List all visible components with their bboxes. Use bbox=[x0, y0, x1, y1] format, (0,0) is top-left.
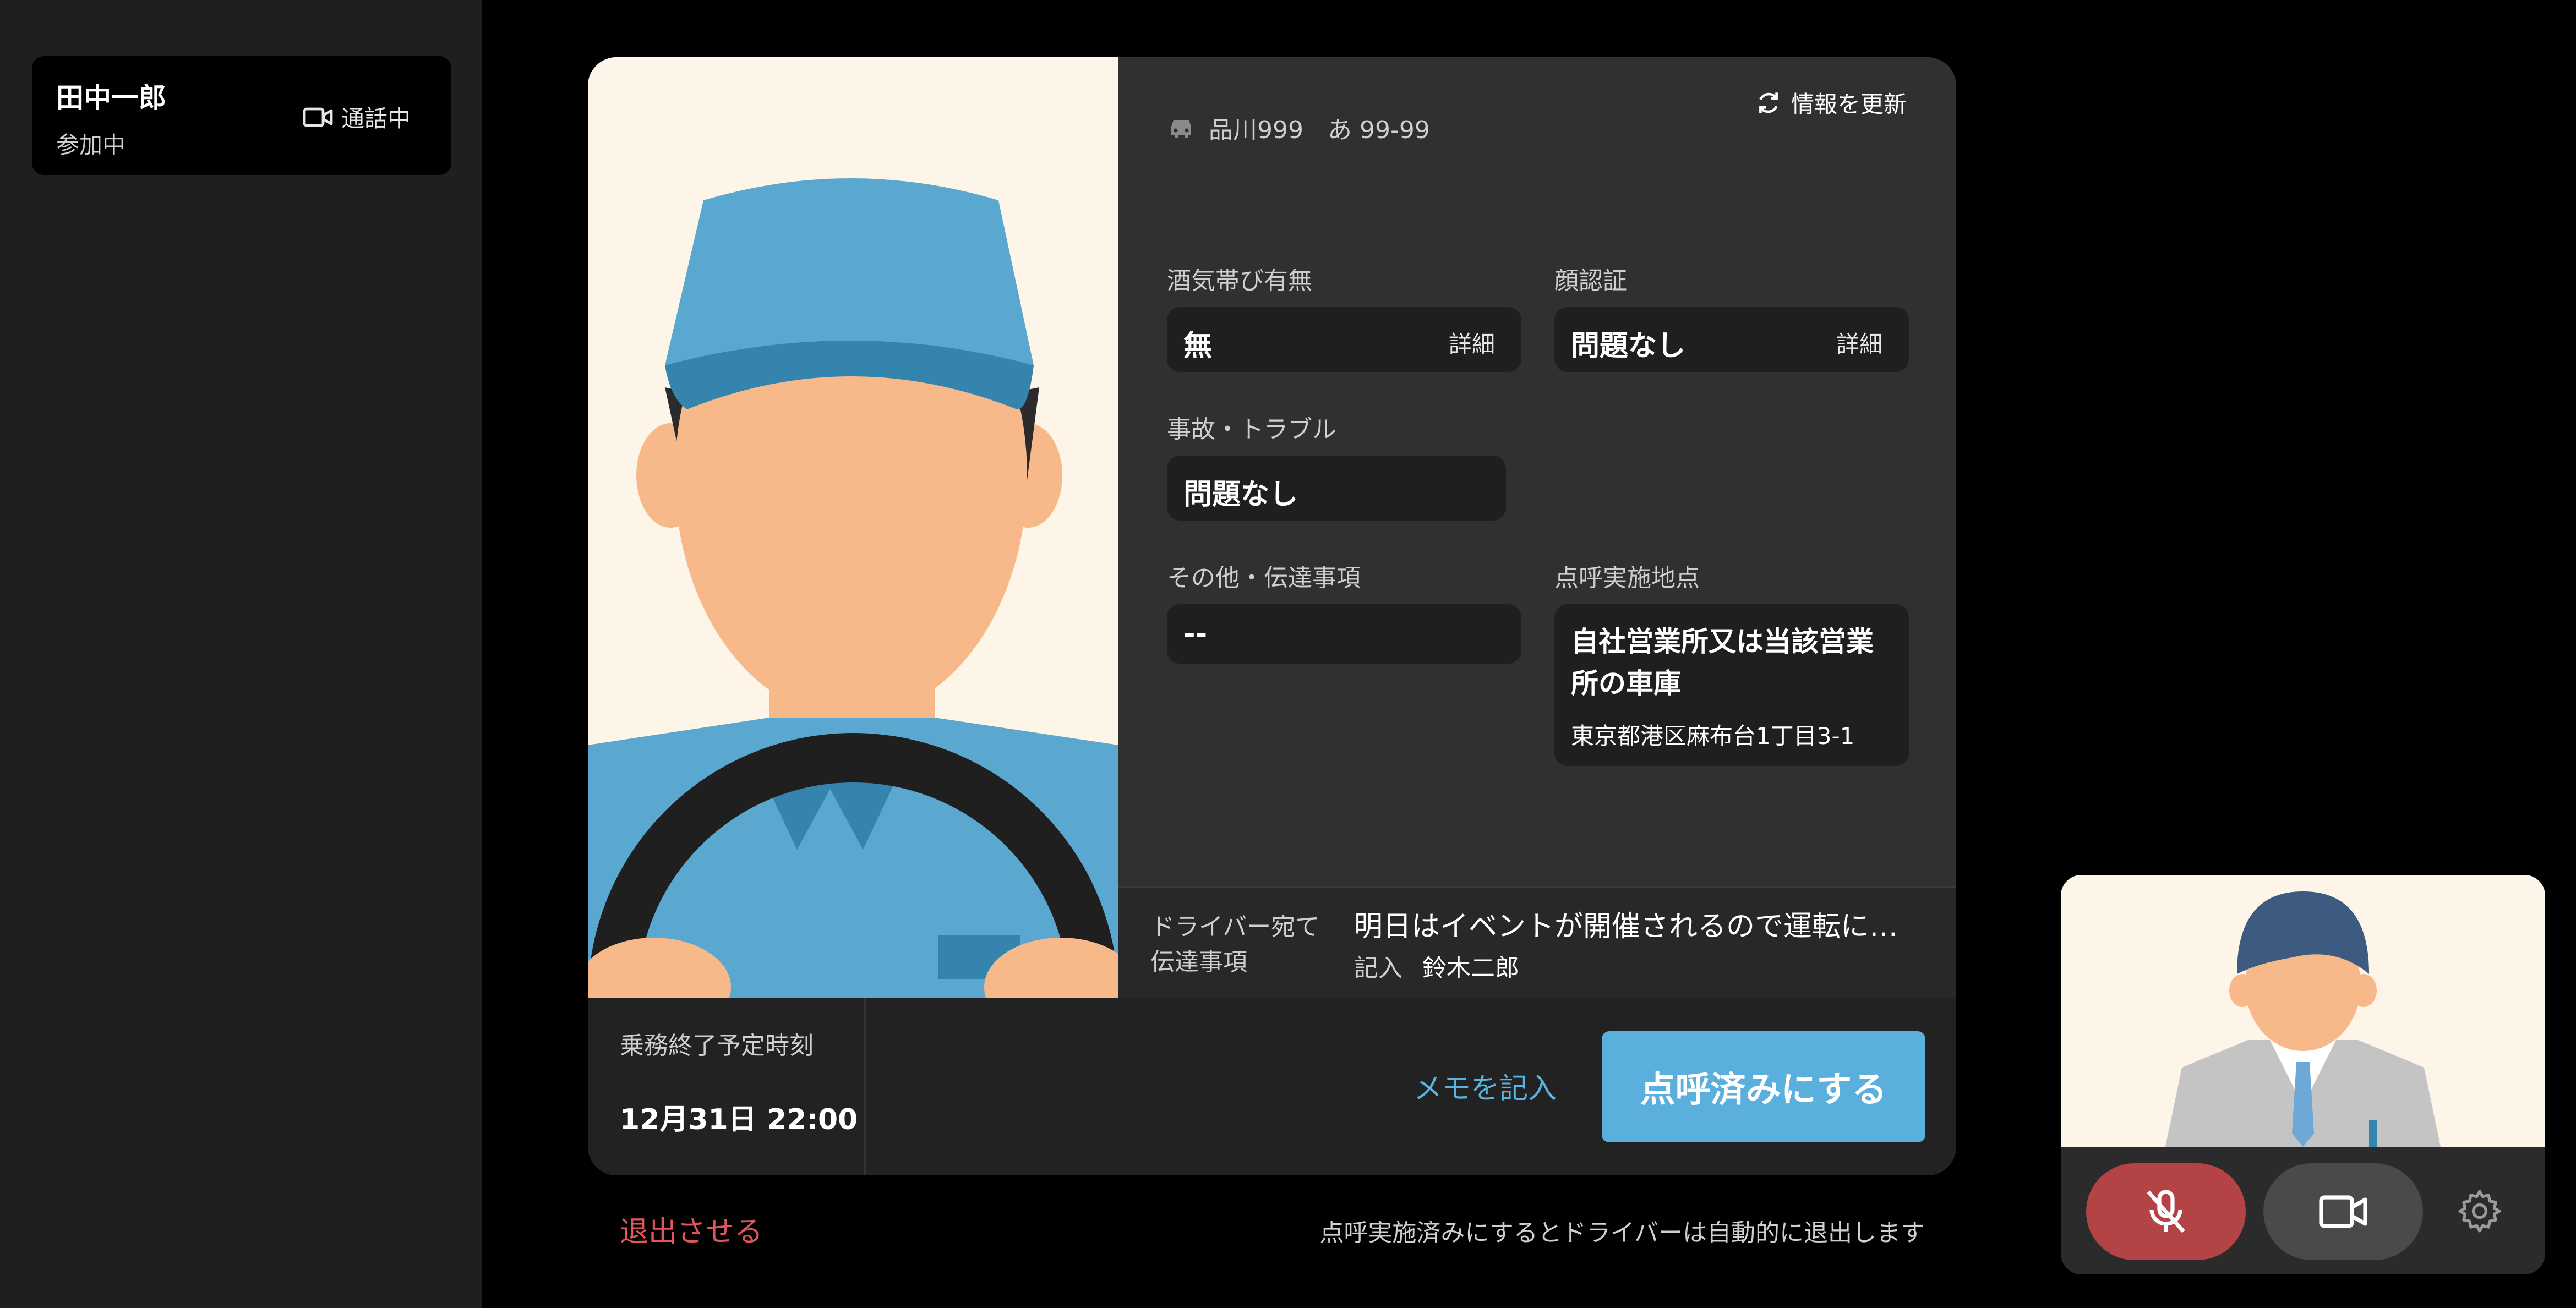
message-label-line2: 伝達事項 bbox=[1150, 948, 1247, 976]
writer-label: 記入 bbox=[1354, 954, 1402, 982]
call-status-label: 通話中 bbox=[341, 105, 411, 132]
mic-toggle-button[interactable] bbox=[2086, 1163, 2246, 1260]
video-camera-icon bbox=[303, 107, 333, 127]
alcohol-label: 酒気帯び有無 bbox=[1167, 267, 1312, 295]
face-detail-link[interactable]: 詳細 bbox=[1836, 326, 1882, 359]
face-value: 問題なし bbox=[1571, 330, 1686, 363]
participant-card[interactable]: 田中一郎 参加中 通話中 bbox=[32, 56, 451, 175]
refresh-icon bbox=[1759, 92, 1778, 113]
participant-status: 参加中 bbox=[56, 132, 126, 158]
driver-message: ドライバー宛て 伝達事項 明日はイベントが開催されるので運転に注意してください … bbox=[1118, 886, 1956, 1000]
mic-off-icon bbox=[2147, 1190, 2185, 1233]
accident-label: 事故・トラブル bbox=[1167, 415, 1336, 444]
location-box: 自社営業所又は当該営業所の車庫 東京都港区麻布台1丁目3-1 bbox=[1554, 604, 1909, 766]
memo-button[interactable]: メモを記入 bbox=[1413, 1065, 1557, 1107]
end-time-value: 12月31日 22:00 bbox=[620, 1103, 858, 1136]
alcohol-value: 無 bbox=[1183, 330, 1213, 363]
kick-out-button[interactable]: 退出させる bbox=[620, 1208, 763, 1250]
video-camera-icon bbox=[2319, 1195, 2367, 1228]
face-label: 顔認証 bbox=[1554, 267, 1627, 295]
call-status: 通話中 bbox=[303, 100, 411, 134]
gear-icon[interactable] bbox=[2456, 1187, 2503, 1235]
camera-toggle-button[interactable] bbox=[2263, 1163, 2423, 1260]
driver-photo bbox=[588, 57, 1118, 998]
plate-number: 品川999 あ 99-99 bbox=[1209, 116, 1430, 144]
alcohol-detail-link[interactable]: 詳細 bbox=[1449, 326, 1495, 359]
other-value: -- bbox=[1183, 617, 1208, 650]
message-label-line1: ドライバー宛て bbox=[1150, 913, 1320, 941]
self-view-panel bbox=[2061, 875, 2545, 1274]
participant-name: 田中一郎 bbox=[56, 82, 166, 114]
sidebar: 田中一郎 参加中 通話中 bbox=[0, 0, 482, 1308]
refresh-label: 情報を更新 bbox=[1791, 91, 1907, 118]
refresh-button[interactable]: 情報を更新 bbox=[1755, 86, 1907, 119]
license-plate: 品川999 あ 99-99 bbox=[1167, 110, 1430, 145]
mark-done-button[interactable]: 点呼済みにする bbox=[1602, 1031, 1925, 1142]
message-label: ドライバー宛て 伝達事項 bbox=[1150, 910, 1319, 980]
self-video bbox=[2061, 875, 2545, 1147]
roll-call-card: 情報を更新 品川999 あ 99-99 酒気帯び有無 無 詳細 顔認証 問題なし… bbox=[588, 57, 1956, 1175]
accident-box: 問題なし bbox=[1167, 456, 1506, 521]
accident-value: 問題なし bbox=[1183, 478, 1298, 511]
face-box: 問題なし 詳細 bbox=[1554, 307, 1909, 372]
location-value: 自社営業所又は当該営業所の車庫 bbox=[1571, 626, 1874, 699]
other-label: その他・伝達事項 bbox=[1167, 564, 1361, 592]
footer-divider bbox=[864, 998, 866, 1175]
car-icon bbox=[1171, 120, 1191, 138]
message-writer: 記入 鈴木二郎 bbox=[1354, 948, 1519, 983]
info-panel: 情報を更新 品川999 あ 99-99 酒気帯び有無 無 詳細 顔認証 問題なし… bbox=[1118, 57, 1956, 886]
auto-exit-note: 点呼実施済みにするとドライバーは自動的に退出します bbox=[1319, 1219, 1925, 1247]
message-text: 明日はイベントが開催されるので運転に注意してください bbox=[1354, 910, 1926, 943]
end-time-label: 乗務終了予定時刻 bbox=[620, 1032, 814, 1060]
location-address: 東京都港区麻布台1丁目3-1 bbox=[1571, 723, 1855, 749]
alcohol-box: 無 詳細 bbox=[1167, 307, 1521, 372]
card-footer: 乗務終了予定時刻 12月31日 22:00 メモを記入 点呼済みにする bbox=[588, 998, 1956, 1175]
writer-name: 鈴木二郎 bbox=[1422, 954, 1519, 982]
other-box: -- bbox=[1167, 604, 1521, 664]
location-label: 点呼実施地点 bbox=[1554, 564, 1700, 592]
